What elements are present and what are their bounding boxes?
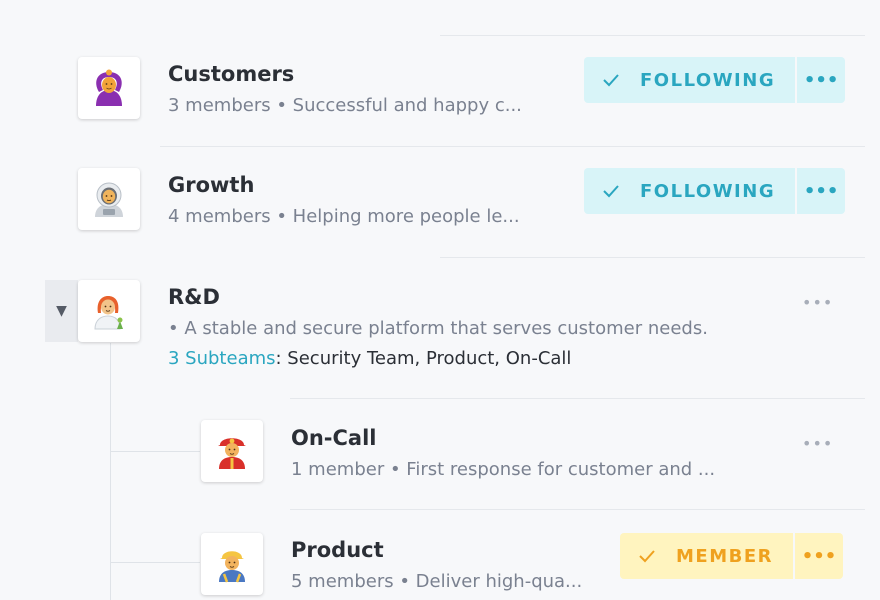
firefighter-icon — [212, 431, 252, 471]
team-description: 5 members • Deliver high-qua... — [291, 571, 582, 592]
team-avatar[interactable] — [201, 533, 263, 595]
follow-button-group: FOLLOWING ••• — [584, 57, 846, 103]
separator: • — [393, 571, 416, 592]
team-name[interactable]: Customers — [168, 62, 294, 86]
team-row-product[interactable]: Product 5 members • Deliver high-qua... … — [0, 509, 880, 600]
team-row-growth[interactable]: Growth 4 members • Helping more people l… — [0, 146, 880, 257]
description-text: Deliver high-qua... — [415, 571, 583, 592]
team-avatar[interactable] — [78, 280, 140, 342]
team-name[interactable]: R&D — [168, 285, 220, 309]
description-text: Helping more people le... — [292, 206, 520, 227]
subteams-summary: 3 Subteams: Security Team, Product, On-C… — [168, 348, 571, 369]
separator: • — [384, 459, 407, 480]
team-avatar[interactable] — [201, 420, 263, 482]
member-button-group: MEMBER ••• — [620, 533, 843, 579]
team-avatar[interactable] — [78, 168, 140, 230]
description-text: First response for customer and ... — [406, 459, 716, 480]
following-button[interactable]: FOLLOWING — [584, 168, 796, 214]
subteams-list: : Security Team, Product, On-Call — [275, 348, 572, 369]
team-name[interactable]: Product — [291, 538, 384, 562]
more-options-button[interactable]: ••• — [802, 293, 833, 312]
following-label: FOLLOWING — [640, 180, 776, 202]
member-count: 4 members — [168, 206, 271, 227]
member-count: 3 members — [168, 95, 271, 116]
more-options-button[interactable]: ••• — [795, 168, 846, 214]
member-button[interactable]: MEMBER — [620, 533, 793, 579]
check-icon — [638, 549, 656, 563]
description-text: Successful and happy c... — [292, 95, 522, 116]
team-name[interactable]: Growth — [168, 173, 254, 197]
team-description: 4 members • Helping more people le... — [168, 206, 520, 227]
description-text: • A stable and secure platform that serv… — [168, 318, 708, 339]
member-count: 1 member — [291, 459, 385, 480]
team-description: • A stable and secure platform that serv… — [168, 318, 708, 339]
more-options-button[interactable]: ••• — [795, 57, 846, 103]
woman-farmer-icon — [89, 291, 129, 331]
check-icon — [602, 73, 620, 87]
separator: • — [270, 95, 293, 116]
team-row-customers[interactable]: Customers 3 members • Successful and hap… — [0, 0, 880, 146]
team-avatar[interactable] — [78, 57, 140, 119]
teams-page: Customers 3 members • Successful and hap… — [0, 0, 880, 600]
separator: • — [270, 206, 293, 227]
team-row-on-call[interactable]: On-Call 1 member • First response for cu… — [0, 398, 880, 509]
following-button[interactable]: FOLLOWING — [584, 57, 796, 103]
more-options-button[interactable]: ••• — [793, 533, 843, 579]
follow-button-group: FOLLOWING ••• — [584, 168, 846, 214]
construction-worker-icon — [212, 544, 252, 584]
team-name[interactable]: On-Call — [291, 426, 377, 450]
team-description: 3 members • Successful and happy c... — [168, 95, 522, 116]
team-description: 1 member • First response for customer a… — [291, 459, 715, 480]
woman-gesturing-ok-icon — [89, 68, 129, 108]
check-icon — [602, 184, 620, 198]
more-options-button[interactable]: ••• — [802, 434, 833, 453]
subteams-link[interactable]: 3 Subteams — [168, 348, 276, 369]
team-row-rnd[interactable]: R&D • A stable and secure platform that … — [0, 257, 880, 398]
member-count: 5 members — [291, 571, 394, 592]
astronaut-icon — [89, 179, 129, 219]
following-label: FOLLOWING — [640, 69, 776, 91]
member-label: MEMBER — [676, 545, 773, 567]
